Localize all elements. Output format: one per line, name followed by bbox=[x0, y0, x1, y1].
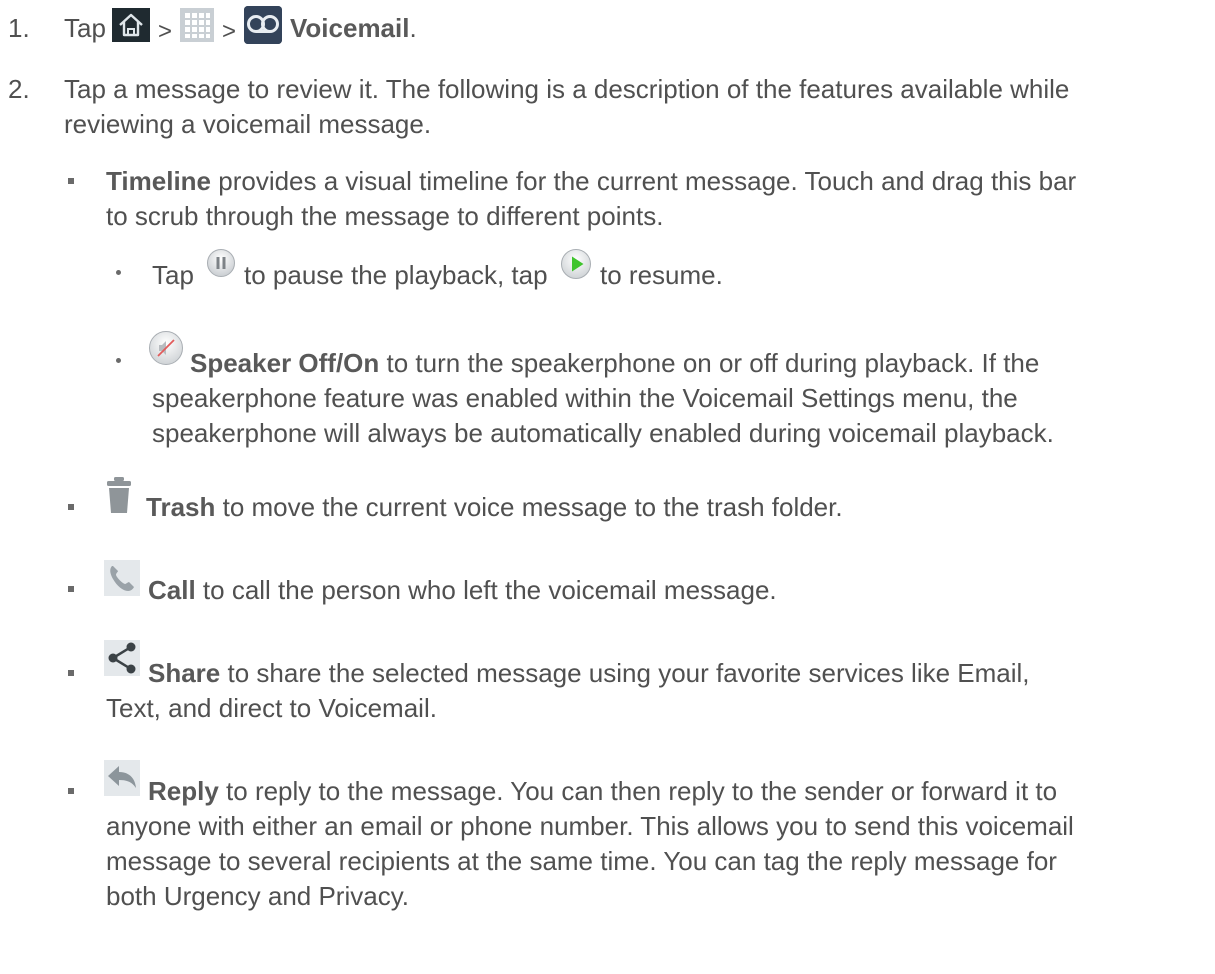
square-bullet bbox=[68, 504, 74, 510]
pause-text: to pause the playback, tap bbox=[244, 260, 548, 290]
separator: > bbox=[158, 18, 173, 45]
separator: > bbox=[222, 18, 237, 45]
square-bullet bbox=[68, 586, 74, 592]
voicemail-label: Voicemail bbox=[290, 13, 410, 43]
trash-text: to move the current voice message to the… bbox=[215, 492, 843, 522]
pause-icon bbox=[206, 248, 236, 278]
speaker-off-icon bbox=[148, 330, 184, 366]
timeline-label: Timeline bbox=[106, 166, 212, 196]
dot-bullet bbox=[116, 270, 121, 275]
dot-bullet bbox=[116, 358, 121, 363]
speaker-label: Speaker Off/On bbox=[190, 348, 380, 378]
reply-label: Reply bbox=[148, 776, 219, 806]
apps-grid-icon bbox=[180, 8, 214, 42]
trash-label: Trash bbox=[146, 492, 216, 522]
home-icon bbox=[112, 8, 150, 42]
step-2-line-2: reviewing a voicemail message. bbox=[64, 109, 432, 139]
reply-icon bbox=[104, 760, 140, 796]
speaker-text-3: speakerphone will always be automaticall… bbox=[152, 418, 1054, 448]
share-icon bbox=[104, 640, 140, 676]
speaker-text-1: to turn the speakerphone on or off durin… bbox=[379, 348, 1040, 378]
trash-icon bbox=[104, 476, 134, 514]
reply-text-3: message to several recipients at the sam… bbox=[106, 846, 1057, 876]
pause-tap: Tap bbox=[152, 260, 194, 290]
call-text: to call the person who left the voicemai… bbox=[195, 575, 777, 605]
voicemail-app-icon bbox=[244, 6, 282, 44]
square-bullet bbox=[68, 788, 74, 794]
reply-text-2: anyone with either an email or phone num… bbox=[106, 811, 1074, 841]
share-text-2: Text, and direct to Voicemail. bbox=[106, 693, 437, 723]
timeline-text-1: provides a visual timeline for the curre… bbox=[211, 166, 1077, 196]
share-label: Share bbox=[148, 658, 221, 688]
timeline-text-2: to scrub through the message to differen… bbox=[106, 201, 664, 231]
step-1-end: . bbox=[409, 13, 417, 43]
resume-text: to resume. bbox=[600, 260, 723, 290]
step-2-number: 2. bbox=[8, 74, 30, 104]
play-icon bbox=[560, 248, 592, 280]
phone-icon bbox=[104, 560, 140, 596]
reply-text-1: to reply to the message. You can then re… bbox=[218, 776, 1058, 806]
square-bullet bbox=[68, 178, 74, 184]
share-text-1: to share the selected message using your… bbox=[220, 658, 1030, 688]
step-1-tap: Tap bbox=[64, 13, 106, 43]
reply-text-4: both Urgency and Privacy. bbox=[106, 881, 409, 911]
call-label: Call bbox=[148, 575, 196, 605]
speaker-text-2: speakerphone feature was enabled within … bbox=[152, 383, 1018, 413]
step-1-number: 1. bbox=[8, 13, 30, 43]
step-2-line-1: Tap a message to review it. The followin… bbox=[64, 74, 1070, 104]
square-bullet bbox=[68, 670, 74, 676]
